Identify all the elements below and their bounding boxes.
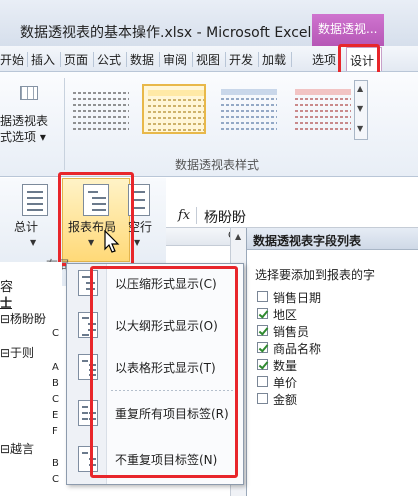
mouse-pointer-icon — [104, 230, 120, 253]
field-label: 地区 — [273, 308, 298, 322]
formula-bar-divider — [196, 207, 197, 224]
field-checkbox[interactable] — [257, 359, 268, 370]
row-letter: C — [52, 474, 59, 485]
gallery-more-icon[interactable]: ▼ — [357, 125, 363, 133]
context-tab-group-label: 数据透视... — [318, 22, 378, 36]
tab-divider — [126, 52, 127, 67]
pivot-style-thumbnail[interactable] — [290, 84, 354, 134]
grid-icon — [20, 86, 38, 100]
field-item-unit-price[interactable]: 单价 — [257, 373, 413, 390]
tab-options[interactable]: 选项 — [312, 51, 336, 68]
title-bar: 数据透视表的基本操作.xlsx - Microsoft Excel 数据透视..… — [0, 0, 418, 48]
field-checkbox[interactable] — [257, 308, 268, 319]
formula-bar[interactable]: fx 杨盼盼 — [166, 204, 418, 228]
tab-review[interactable]: 审阅 — [163, 51, 187, 68]
tab-divider — [192, 52, 193, 67]
sheet-cell[interactable]: ⊟于则 — [0, 344, 34, 361]
sheet-cell[interactable]: ⊟杨盼盼 — [0, 310, 46, 327]
function-icon[interactable]: fx — [178, 208, 190, 223]
style-preview-icon — [148, 90, 204, 131]
formula-value[interactable]: 杨盼盼 — [204, 207, 246, 227]
sheet-cell[interactable]: 容 — [0, 276, 13, 295]
tab-formulas[interactable]: 公式 — [97, 51, 121, 68]
scroll-up-icon[interactable]: ▲ — [235, 232, 241, 241]
field-item-amount[interactable]: 金额 — [257, 390, 413, 407]
field-item-sales-date[interactable]: 销售日期 — [257, 288, 413, 305]
chevron-down-icon[interactable]: ▼ — [30, 238, 36, 247]
tab-divider — [159, 52, 160, 67]
row-letter: C — [52, 328, 59, 339]
row-letter: C — [52, 394, 59, 405]
style-preview-icon — [295, 89, 351, 130]
sheet-cell[interactable]: ⊟越言 — [0, 440, 34, 457]
field-label: 数量 — [273, 359, 298, 373]
scroll-up-icon[interactable]: ▲ — [357, 85, 363, 93]
pivot-style-thumbnail[interactable] — [216, 84, 280, 134]
row-letter: A — [52, 362, 59, 373]
pivot-styles-group-label: 数据透视表样式 — [175, 158, 260, 172]
field-checkbox[interactable] — [257, 393, 268, 404]
pivot-style-gallery — [68, 80, 354, 138]
row-letter: B — [52, 378, 59, 389]
field-list-instruction: 选择要添加到报表的字 — [255, 268, 376, 282]
field-label: 单价 — [273, 376, 298, 390]
tab-divider — [258, 52, 259, 67]
pivot-style-thumbnail[interactable] — [68, 84, 132, 134]
style-preview-icon — [73, 92, 129, 130]
grand-totals-icon — [22, 184, 48, 216]
field-label: 销售员 — [273, 325, 310, 339]
report-layout-highlight-box — [58, 172, 134, 266]
field-item-salesperson[interactable]: 销售员 — [257, 322, 413, 339]
tab-divider — [291, 52, 292, 67]
tab-divider — [93, 52, 94, 67]
field-item-region[interactable]: 地区 — [257, 305, 413, 322]
row-letter-column: C A B C E F B C — [48, 262, 62, 496]
grand-totals-button[interactable]: 总计 — [14, 218, 38, 235]
worksheet-area[interactable]: 容 士 ⊟杨盼盼 ⊟于则 ⊟越言 C A B C E F B C — [0, 262, 62, 496]
chevron-down-icon[interactable]: ▼ — [134, 238, 140, 247]
field-label: 金额 — [273, 393, 298, 407]
style-preview-icon — [221, 89, 277, 130]
sheet-cell[interactable]: 士 — [0, 294, 12, 311]
group-divider — [64, 78, 65, 170]
pivot-style-thumbnail-selected[interactable] — [142, 84, 206, 134]
field-checkbox[interactable] — [257, 325, 268, 336]
field-label: 商品名称 — [273, 342, 322, 356]
scroll-down-icon[interactable]: ▼ — [357, 105, 363, 113]
field-item-quantity[interactable]: 数量 — [257, 356, 413, 373]
field-checkbox[interactable] — [257, 291, 268, 302]
tab-divider — [27, 52, 28, 67]
tab-divider — [225, 52, 226, 67]
style-options-label-line1[interactable]: 据透视表 — [0, 112, 48, 129]
style-options-label-line2[interactable]: 式选项 ▾ — [0, 128, 46, 145]
tab-view[interactable]: 视图 — [196, 51, 220, 68]
window-title: 数据透视表的基本操作.xlsx - Microsoft Excel — [20, 25, 312, 41]
row-letter: F — [52, 426, 58, 437]
tab-page-layout[interactable]: 页面 — [64, 51, 88, 68]
tab-developer[interactable]: 开发 — [229, 51, 253, 68]
tab-insert[interactable]: 插入 — [31, 51, 55, 68]
context-tab-group-header: 数据透视... — [312, 14, 384, 48]
field-list-header: 数据透视表字段列表 — [247, 228, 418, 250]
field-list-pane: 数据透视表字段列表 选择要添加到报表的字 销售日期 地区 销售员 商品名称 数量… — [246, 228, 418, 496]
tab-divider — [60, 52, 61, 67]
row-letter: E — [52, 410, 59, 421]
tab-home[interactable]: 开始 — [0, 51, 24, 68]
tab-data[interactable]: 数据 — [130, 51, 154, 68]
gallery-scrollbar[interactable]: ▲ ▼ ▼ — [354, 80, 368, 140]
tab-add-ins[interactable]: 加载 — [262, 51, 286, 68]
field-checkbox[interactable] — [257, 376, 268, 387]
field-label: 销售日期 — [273, 291, 322, 305]
field-list-title: 数据透视表字段列表 — [253, 234, 362, 248]
field-item-product-name[interactable]: 商品名称 — [257, 339, 413, 356]
menu-items-highlight-box — [90, 266, 238, 478]
field-checkbox[interactable] — [257, 342, 268, 353]
row-letter: B — [52, 458, 59, 469]
